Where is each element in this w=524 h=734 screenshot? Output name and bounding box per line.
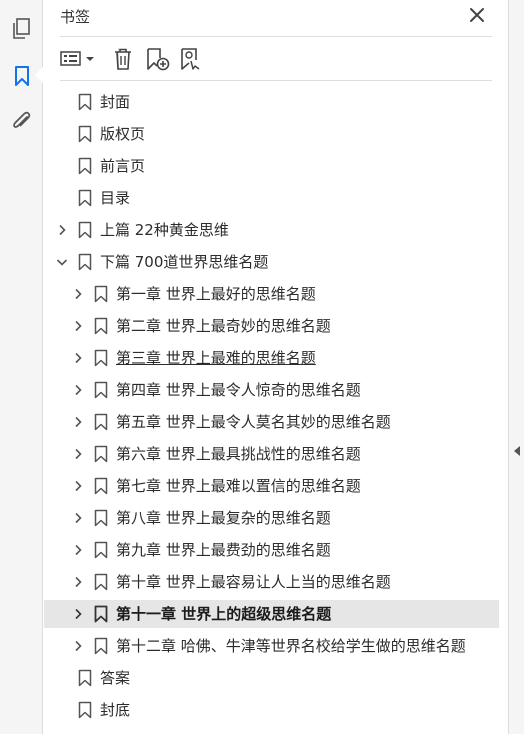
bookmark-icon [94,573,108,591]
bookmark-label: 目录 [100,189,131,207]
new-bookmark-button[interactable] [144,46,172,72]
bookmark-label: 第三章 世界上最难的思维名题 [116,349,316,367]
trash-icon [115,48,131,70]
navigation-rail [0,0,43,734]
bookmark-row[interactable]: 第三章 世界上最难的思维名题 [44,344,499,372]
bookmark-icon [94,349,108,367]
bookmark-label: 第九章 世界上最费劲的思维名题 [116,541,331,559]
bookmark-icon [94,285,108,303]
bookmark-row[interactable]: 版权页 [44,120,499,148]
collapse-pane-icon[interactable] [514,446,520,456]
bookmark-label: 上篇 22种黄金思维 [100,221,229,239]
bookmark-icon [78,221,92,239]
bookmark-icon [94,509,108,527]
chevron-right-icon[interactable] [72,416,84,428]
chevron-right-icon[interactable] [72,480,84,492]
bookmark-icon [78,189,92,207]
bookmark-icon [94,541,108,559]
chevron-right-icon[interactable] [72,512,84,524]
bookmark-icon [78,93,92,111]
bookmark-add-icon [147,48,170,71]
options-menu-button[interactable] [60,46,98,72]
list-options-icon [60,51,94,66]
chevron-right-icon[interactable] [72,384,84,396]
bookmark-from-selection-button[interactable] [178,46,206,72]
bookmark-row[interactable]: 第十章 世界上最容易让人上当的思维名题 [44,568,499,596]
bookmark-search-icon [181,48,200,70]
chevron-right-icon[interactable] [72,320,84,332]
bookmark-label: 第四章 世界上最令人惊奇的思维名题 [116,381,361,399]
pages-icon [13,18,30,39]
toolbar-bottom-divider [60,80,492,81]
bookmark-icon [78,253,92,271]
chevron-right-icon[interactable] [72,640,84,652]
close-button[interactable] [468,6,486,24]
bookmark-label: 第八章 世界上最复杂的思维名题 [116,509,331,527]
bookmark-icon [94,477,108,495]
bookmark-icon [94,317,108,335]
bookmark-row[interactable]: 第六章 世界上最具挑战性的思维名题 [44,440,499,468]
bookmark-label: 版权页 [100,125,146,143]
bookmark-row[interactable]: 第四章 世界上最令人惊奇的思维名题 [44,376,499,404]
bookmark-icon [78,701,92,719]
chevron-right-icon[interactable] [72,576,84,588]
chevron-right-icon[interactable] [72,288,84,300]
bookmark-icon [94,605,108,623]
bookmark-label: 下篇 700道世界思维名题 [100,253,269,271]
bookmark-icon [78,669,92,687]
bookmark-label: 第六章 世界上最具挑战性的思维名题 [116,445,361,463]
bookmark-icon [94,445,108,463]
bookmark-panel-icon [15,66,29,86]
chevron-right-icon[interactable] [72,544,84,556]
bookmark-label: 封底 [100,701,131,719]
bookmark-label: 第五章 世界上最令人莫名其妙的思维名题 [116,413,391,431]
close-icon [470,8,484,22]
bookmark-label: 前言页 [100,157,146,175]
chevron-right-icon[interactable] [56,224,68,236]
bookmark-row[interactable]: 第一章 世界上最好的思维名题 [44,280,499,308]
bookmark-row[interactable]: 封底 [44,696,499,724]
header-divider [60,36,492,37]
right-pane-strip [508,0,524,734]
bookmark-label: 第七章 世界上最难以置信的思维名题 [116,477,361,495]
bookmark-icon [94,637,108,655]
bookmark-label: 第十二章 哈佛、牛津等世界名校给学生做的思维名题 [116,637,466,655]
bookmark-row[interactable]: 第七章 世界上最难以置信的思维名题 [44,472,499,500]
bookmark-label: 答案 [100,669,131,687]
bookmarks-panel: 书签 封面 版权页 前言页 目录 上篇 22种黄金思维 下篇 700道世界思维名… [44,0,508,734]
bookmark-icon [78,157,92,175]
bookmark-row[interactable]: 封面 [44,88,499,116]
bookmark-icon [78,125,92,143]
bookmark-row[interactable]: 第八章 世界上最复杂的思维名题 [44,504,499,532]
bookmarks-panel-button[interactable] [9,63,35,89]
pages-button[interactable] [9,16,35,42]
delete-bookmark-button[interactable] [110,46,136,72]
bookmark-row-selected[interactable]: 第十一章 世界上的超级思维名题 [44,600,499,628]
bookmark-row[interactable]: 目录 [44,184,499,212]
chevron-right-icon[interactable] [72,448,84,460]
paperclip-icon [13,111,31,128]
bookmark-label: 封面 [100,93,131,111]
bookmark-icon [94,413,108,431]
active-panel-pointer [35,67,43,83]
attachments-button[interactable] [9,108,35,134]
bookmark-row[interactable]: 答案 [44,664,499,692]
bookmarks-toolbar [60,44,492,74]
bookmark-row[interactable]: 第二章 世界上最奇妙的思维名题 [44,312,499,340]
chevron-right-icon[interactable] [72,352,84,364]
bookmark-row[interactable]: 第十二章 哈佛、牛津等世界名校给学生做的思维名题 [44,632,499,660]
bookmark-row[interactable]: 上篇 22种黄金思维 [44,216,499,244]
bookmark-label: 第二章 世界上最奇妙的思维名题 [116,317,331,335]
bookmark-label: 第一章 世界上最好的思维名题 [116,285,316,303]
chevron-right-icon[interactable] [72,608,84,620]
panel-title: 书签 [60,8,91,26]
bookmark-row[interactable]: 第五章 世界上最令人莫名其妙的思维名题 [44,408,499,436]
bookmark-row[interactable]: 下篇 700道世界思维名题 [44,248,499,276]
bookmark-label: 第十章 世界上最容易让人上当的思维名题 [116,573,391,591]
chevron-down-icon[interactable] [56,256,68,268]
bookmark-label: 第十一章 世界上的超级思维名题 [116,605,332,623]
bookmark-icon [94,381,108,399]
bookmark-row[interactable]: 前言页 [44,152,499,180]
bookmark-row[interactable]: 第九章 世界上最费劲的思维名题 [44,536,499,564]
